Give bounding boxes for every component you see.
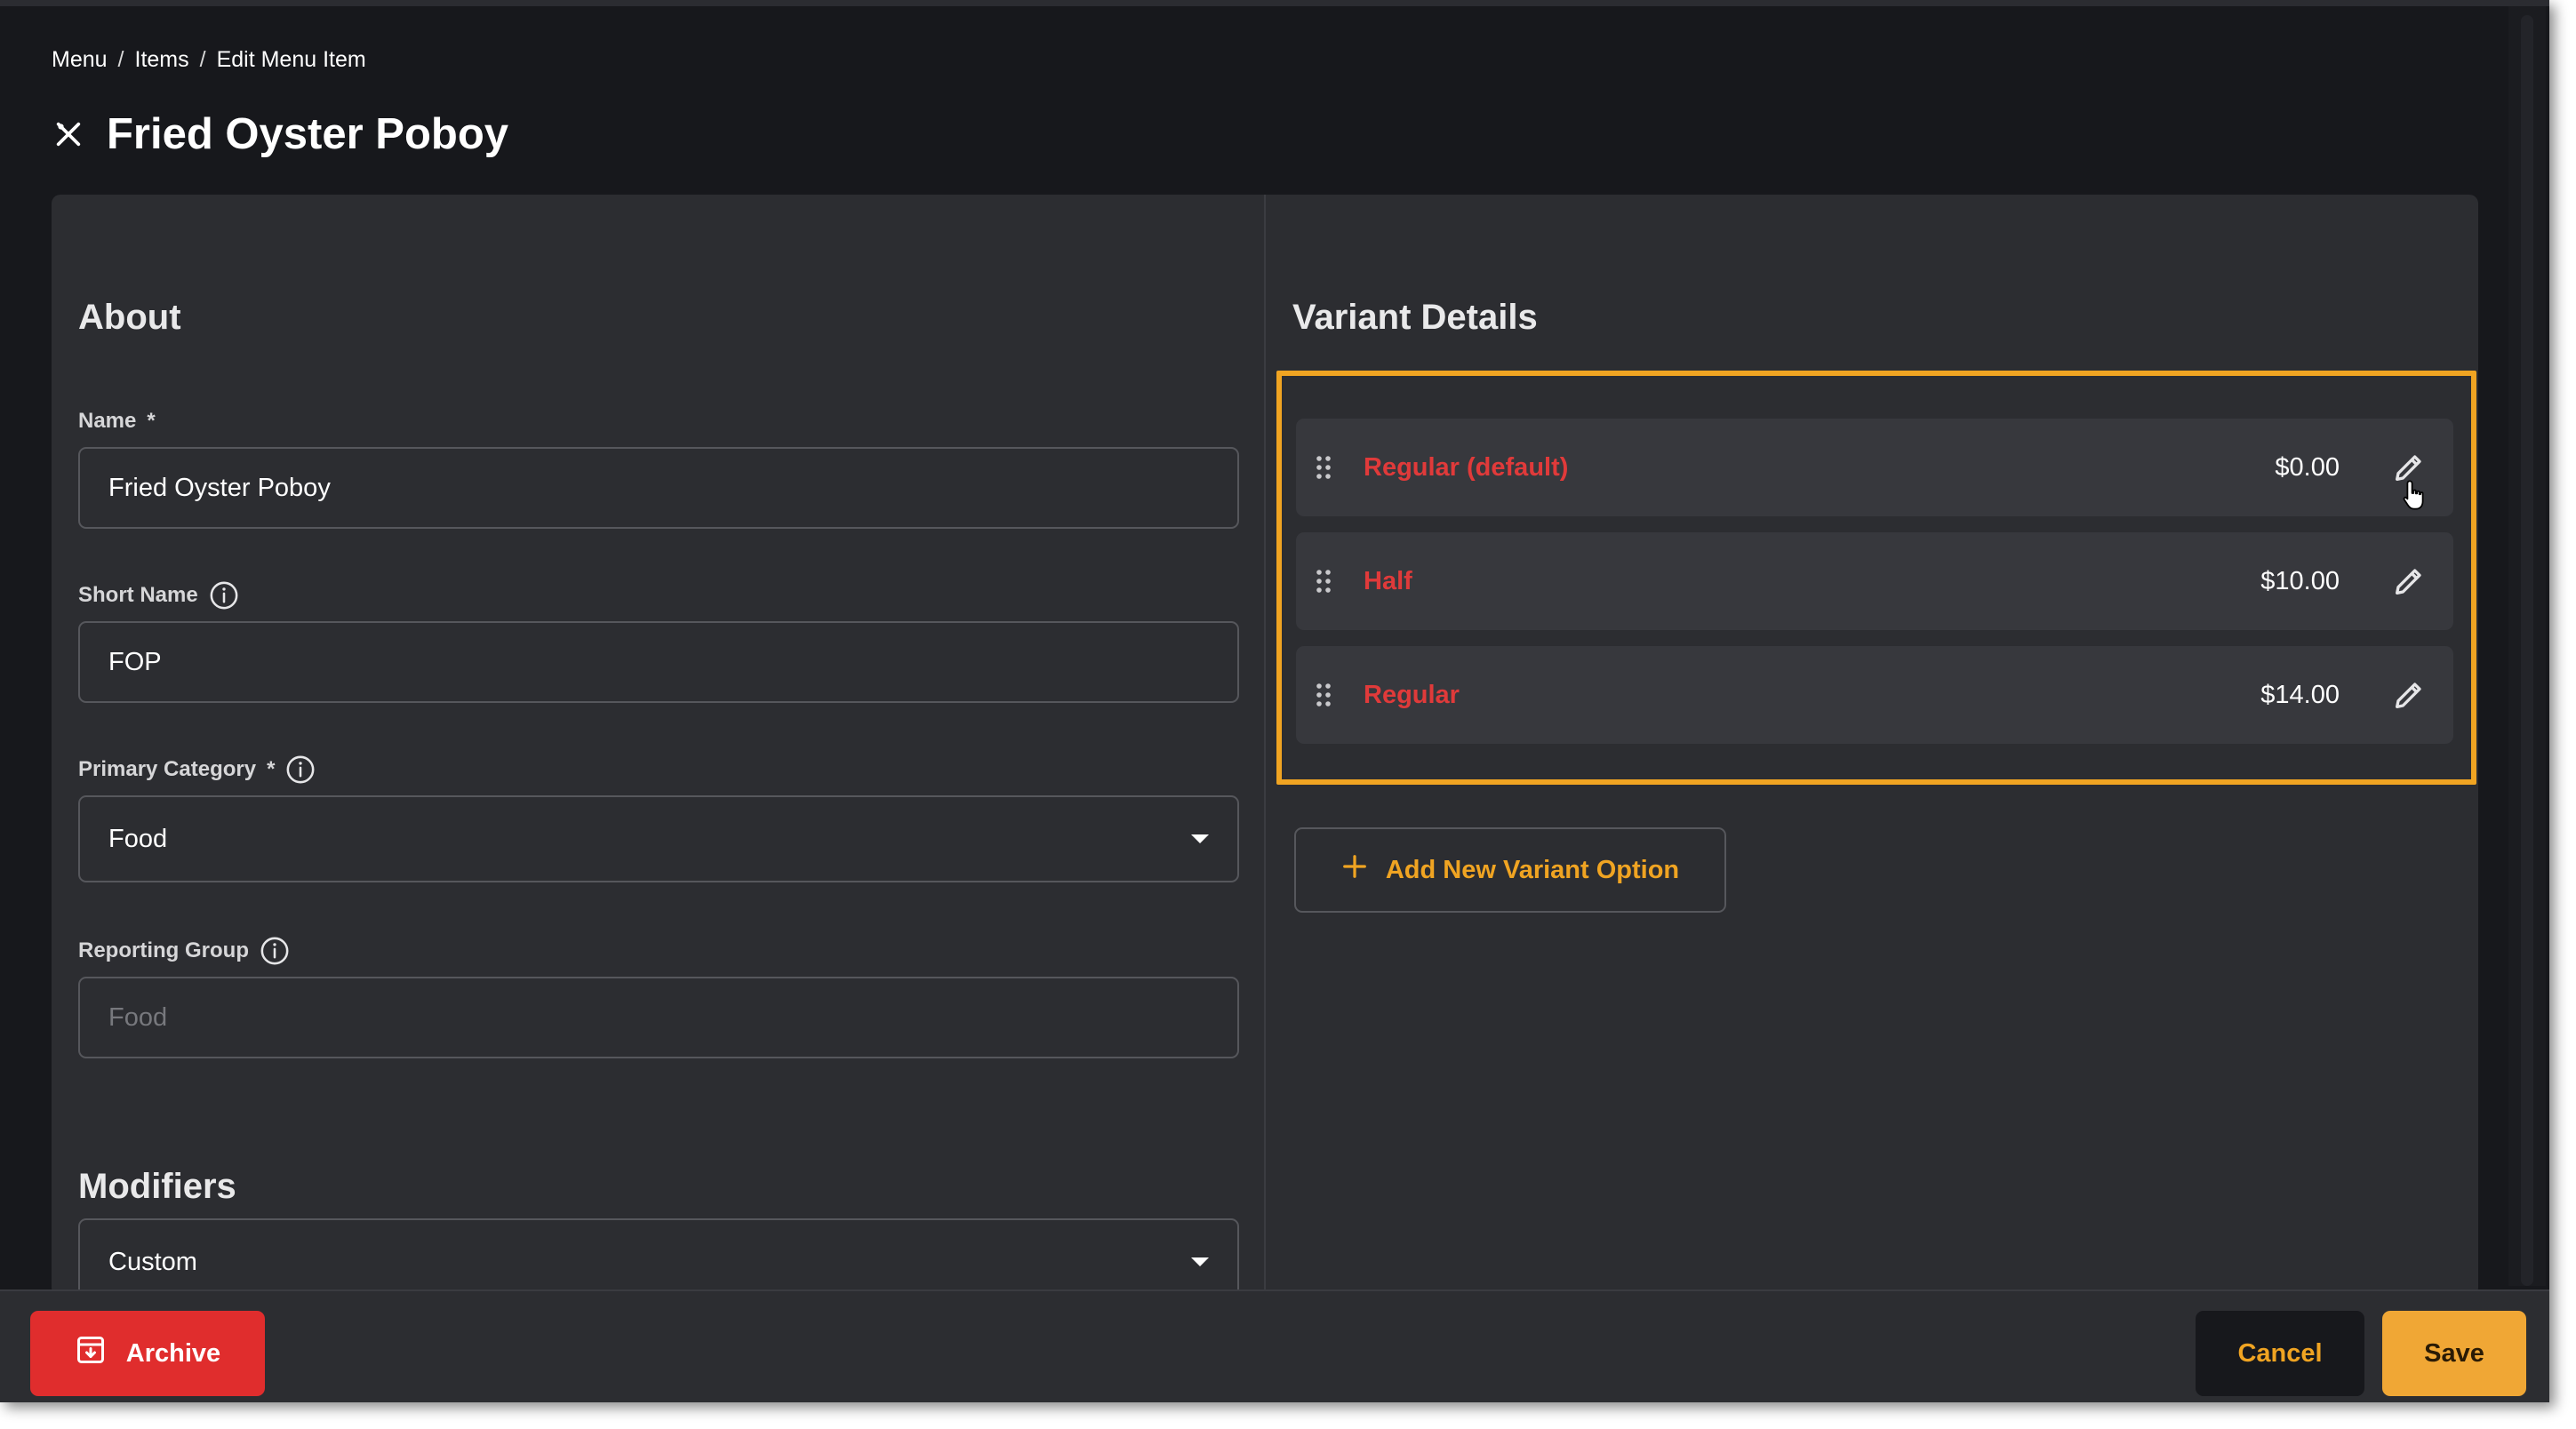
variant-details-heading: Variant Details <box>1292 298 1538 337</box>
reporting-group-input[interactable]: Food <box>78 977 1239 1058</box>
modifiers-value: Custom <box>108 1247 197 1276</box>
archive-label: Archive <box>125 1338 221 1368</box>
reporting-group-placeholder: Food <box>108 1002 168 1032</box>
breadcrumb-menu[interactable]: Menu <box>52 47 108 73</box>
short-name-label: Short Name <box>78 579 239 612</box>
primary-category-value: Food <box>108 824 168 853</box>
primary-category-select[interactable]: Food <box>78 795 1239 882</box>
variant-price: $10.00 <box>2260 566 2340 595</box>
variant-row[interactable]: Regular $14.00 <box>1296 646 2453 744</box>
panel-divider <box>1264 195 1266 1297</box>
variant-name: Regular (default) <box>1364 452 1569 482</box>
cancel-button[interactable]: Cancel <box>2196 1311 2364 1396</box>
app-window: Menu / Items / Edit Menu Item Fried Oyst… <box>0 0 2549 1402</box>
breadcrumb: Menu / Items / Edit Menu Item <box>52 44 366 75</box>
short-name-input-value: FOP <box>108 647 162 676</box>
variant-price: $0.00 <box>2275 452 2340 482</box>
info-icon[interactable] <box>285 754 316 785</box>
breadcrumb-items[interactable]: Items <box>135 47 189 73</box>
name-input-value: Fried Oyster Poboy <box>108 473 331 502</box>
archive-button[interactable]: Archive <box>30 1311 265 1396</box>
save-button[interactable]: Save <box>2382 1311 2526 1396</box>
required-marker: * <box>147 409 156 433</box>
name-label-text: Name <box>78 409 137 433</box>
page-header: Fried Oyster Poboy <box>52 106 508 163</box>
short-name-input[interactable]: FOP <box>78 621 1239 703</box>
plus-icon <box>1341 853 1368 887</box>
pencil-icon[interactable] <box>2391 450 2427 485</box>
required-marker: * <box>267 757 276 781</box>
modifiers-select[interactable]: Custom <box>78 1218 1239 1297</box>
breadcrumb-separator: / <box>117 46 124 72</box>
variant-row[interactable]: Regular (default) $0.00 <box>1296 419 2453 516</box>
page-title: Fried Oyster Poboy <box>107 110 509 158</box>
variant-list: Regular (default) $0.00 Half $10.00 Regu… <box>1276 371 2476 785</box>
breadcrumb-current: Edit Menu Item <box>216 46 366 72</box>
name-input[interactable]: Fried Oyster Poboy <box>78 447 1239 529</box>
breadcrumb-separator: / <box>199 46 206 72</box>
short-name-label-text: Short Name <box>78 583 198 607</box>
primary-category-label: Primary Category * <box>78 753 316 786</box>
chevron-down-icon <box>1191 1257 1209 1266</box>
primary-category-label-text: Primary Category <box>78 757 257 781</box>
scrollbar-thumb[interactable] <box>2521 15 2533 1286</box>
about-heading: About <box>78 298 181 337</box>
info-icon[interactable] <box>209 580 239 611</box>
archive-icon <box>75 1334 107 1373</box>
utensils-crossed-icon <box>52 117 85 151</box>
modifiers-heading: Modifiers <box>78 1167 236 1206</box>
variant-name: Half <box>1364 566 1412 595</box>
drag-handle-icon[interactable] <box>1316 569 1332 594</box>
pencil-icon[interactable] <box>2391 563 2427 599</box>
add-variant-button[interactable]: Add New Variant Option <box>1294 827 1726 913</box>
pencil-icon[interactable] <box>2391 677 2427 713</box>
reporting-group-label: Reporting Group <box>78 934 290 968</box>
drag-handle-icon[interactable] <box>1316 683 1332 707</box>
edit-panel: About Name * Fried Oyster Poboy Short Na… <box>52 195 2478 1297</box>
variant-name: Regular <box>1364 680 1460 709</box>
action-footer: Archive Cancel Save <box>0 1289 2549 1402</box>
reporting-group-label-text: Reporting Group <box>78 938 249 962</box>
variant-price: $14.00 <box>2260 680 2340 709</box>
info-icon[interactable] <box>260 936 290 966</box>
chevron-down-icon <box>1191 834 1209 843</box>
name-label: Name * <box>78 408 156 435</box>
add-variant-label: Add New Variant Option <box>1385 855 1680 884</box>
drag-handle-icon[interactable] <box>1316 455 1332 480</box>
variant-row[interactable]: Half $10.00 <box>1296 532 2453 630</box>
